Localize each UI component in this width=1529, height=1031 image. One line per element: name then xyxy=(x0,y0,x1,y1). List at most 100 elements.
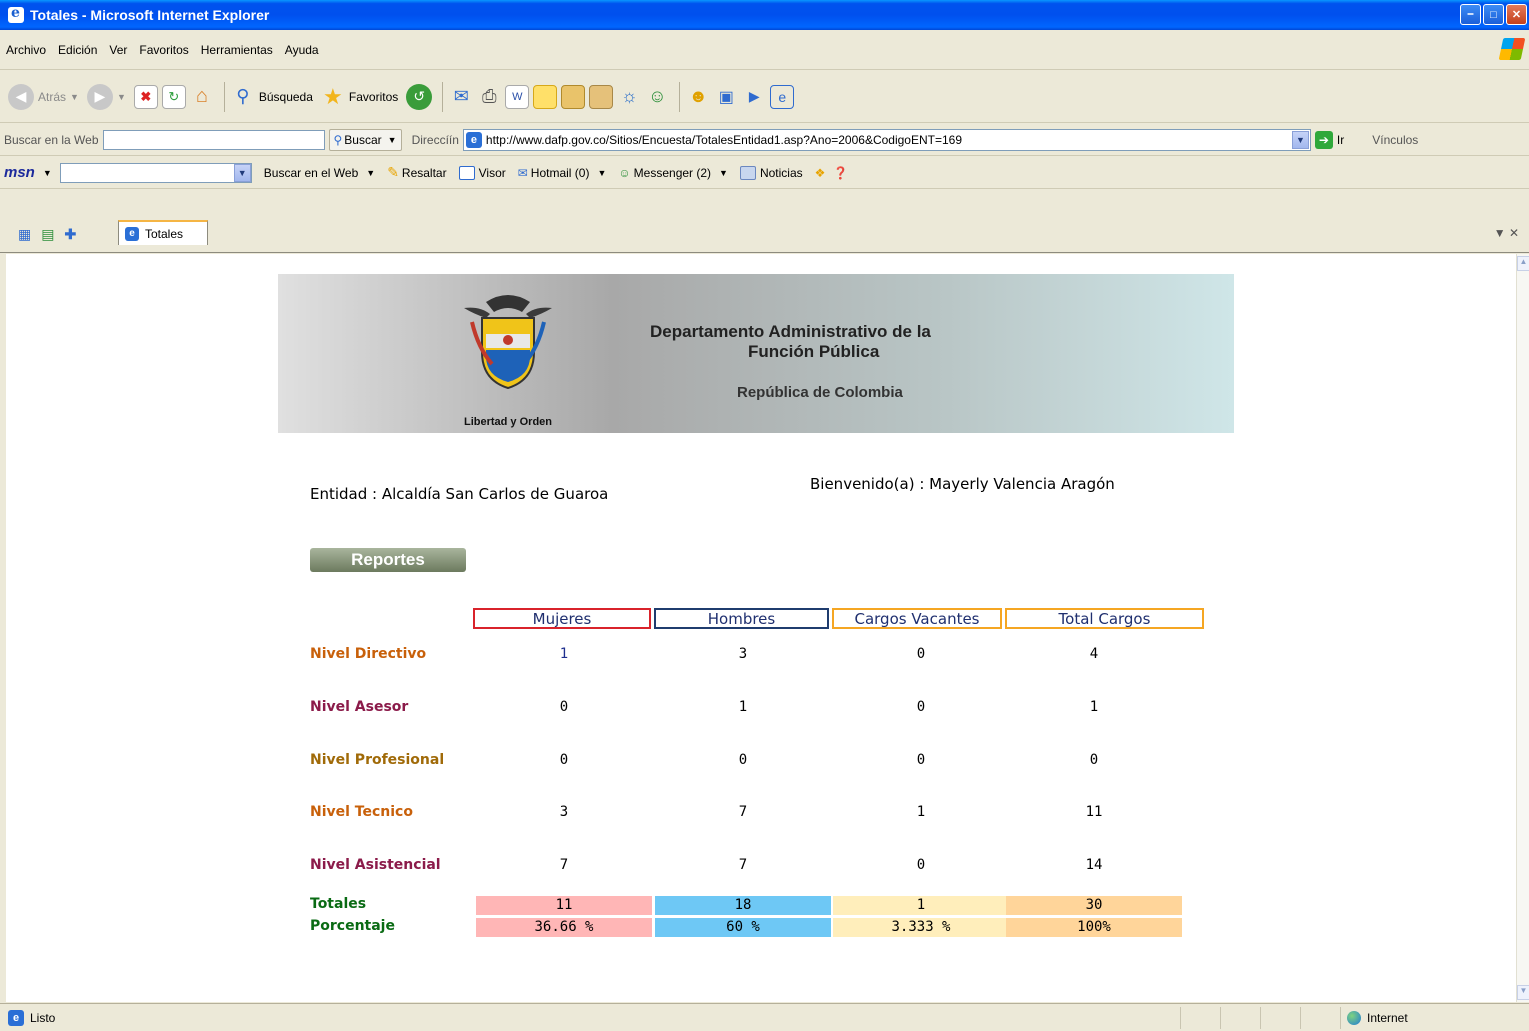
table-cell: 1 xyxy=(1089,699,1099,715)
print-icon[interactable]: ⎙ xyxy=(477,85,501,109)
back-button[interactable]: ◀ Atrás ▼ xyxy=(8,83,79,110)
menu-archivo[interactable]: Archivo xyxy=(6,43,46,57)
ie-page-icon[interactable]: e xyxy=(770,84,795,109)
totals-cell: 11 xyxy=(476,896,652,915)
search-icon: ⚲ xyxy=(236,86,250,106)
msn-search-web-button[interactable]: Buscar en el Web ▼ xyxy=(264,166,375,180)
hotmail-button[interactable]: ✉ Hotmail (0) ▼ xyxy=(518,166,607,180)
windows-logo-icon xyxy=(1498,38,1526,60)
tab-list-icon[interactable]: ▤ xyxy=(41,226,54,243)
refresh-icon[interactable]: ↻ xyxy=(161,84,186,109)
back-arrow-icon: ◀ xyxy=(8,83,34,110)
viewer-icon xyxy=(458,165,475,180)
new-tab-icon[interactable]: ✚ xyxy=(64,226,76,243)
close-button[interactable]: ✕ xyxy=(1506,4,1527,25)
msn-toolbar: msn ▼ ▼ Buscar en el Web ▼ ✎ Resaltar Vi… xyxy=(0,157,1529,189)
dropdown-arrow-icon: ▼ xyxy=(387,134,397,145)
menu-favoritos[interactable]: Favoritos xyxy=(139,43,188,57)
dropdown-arrow-icon: ▼ xyxy=(597,167,607,178)
mail-icon[interactable]: ✉ xyxy=(449,85,473,109)
tab-totales[interactable]: e Totales xyxy=(118,220,208,245)
search-web-label: Buscar en la Web xyxy=(4,132,99,147)
menu-herramientas[interactable]: Herramientas xyxy=(201,43,273,57)
table-cell: 7 xyxy=(738,857,748,873)
msn-search-input[interactable]: ▼ xyxy=(59,162,252,183)
research-icon[interactable] xyxy=(561,84,586,109)
help-icon[interactable]: ❓ xyxy=(833,166,848,180)
status-bar: e Listo Internet xyxy=(0,1003,1529,1031)
reports-button[interactable]: Reportes xyxy=(310,548,466,572)
go-arrow-icon[interactable]: ➔ xyxy=(1314,130,1333,149)
news-button[interactable]: Noticias xyxy=(739,165,803,180)
menu-bar: Archivo Edición Ver Favoritos Herramient… xyxy=(0,30,1529,70)
menu-ayuda[interactable]: Ayuda xyxy=(285,43,319,57)
edit-word-icon[interactable]: W xyxy=(505,84,530,109)
notes-icon[interactable] xyxy=(533,84,558,109)
briefcase-icon[interactable] xyxy=(589,84,614,109)
hotmail-icon: ✉ xyxy=(517,165,528,180)
percent-cell: 60 % xyxy=(655,918,831,937)
tab-close-icon[interactable]: ▼ ✕ xyxy=(1494,226,1519,240)
scroll-up-icon[interactable]: ▲ xyxy=(1517,256,1529,271)
table-cell: 0 xyxy=(559,699,569,715)
ie-icon xyxy=(8,5,24,23)
address-bar: Buscar en la Web ⚲ Buscar ▼ Direccíín e … xyxy=(0,124,1529,156)
totals-cell: 18 xyxy=(655,896,831,915)
vertical-scrollbar[interactable]: ▲ ▼ xyxy=(1516,254,1529,1002)
links-label[interactable]: Vínculos xyxy=(1372,133,1418,147)
scroll-down-icon[interactable]: ▼ xyxy=(1517,985,1529,1000)
menu-ver[interactable]: Ver xyxy=(109,43,127,57)
table-cell: 3 xyxy=(738,646,748,662)
monitor-icon[interactable]: ▣ xyxy=(714,85,738,109)
buscar-button[interactable]: ⚲ Buscar ▼ xyxy=(328,128,402,151)
go-button[interactable]: Ir xyxy=(1337,133,1344,147)
quick-tabs-icon[interactable]: ▦ xyxy=(18,226,31,243)
menu-edicion[interactable]: Edición xyxy=(58,43,97,57)
satellite-icon[interactable]: ☼ xyxy=(617,85,641,109)
url-dropdown-arrow-icon[interactable]: ▼ xyxy=(1291,130,1309,149)
header-banner: Libertad y Orden Departamento Administra… xyxy=(278,274,1234,433)
stop-icon[interactable]: ✖ xyxy=(133,84,158,109)
msn-options-icon[interactable]: ❖ xyxy=(815,166,826,180)
web-search-input[interactable] xyxy=(102,129,325,150)
table-cell: 11 xyxy=(1085,804,1103,820)
minimize-button[interactable]: ⎯ xyxy=(1460,4,1481,25)
dropdown-arrow-icon: ▼ xyxy=(366,167,376,178)
forward-button[interactable]: ▶ ▼ xyxy=(86,83,126,110)
coat-of-arms-icon xyxy=(464,295,552,390)
table-cell: 7 xyxy=(559,857,569,873)
table-cell: 0 xyxy=(1089,752,1099,768)
smiley-icon[interactable]: ☻ xyxy=(686,85,710,109)
search-button[interactable]: ⚲ Búsqueda xyxy=(231,85,313,109)
table-cell: 3 xyxy=(559,804,569,820)
totals-cell: 30 xyxy=(1006,896,1182,915)
play-icon[interactable]: ▶ xyxy=(742,85,766,109)
table-cell: 4 xyxy=(1089,646,1099,662)
url-text: http://www.dafp.gov.co/Sitios/Encuesta/T… xyxy=(485,132,963,147)
percent-cell: 3.333 % xyxy=(833,918,1009,937)
messenger-button[interactable]: ☺ Messenger (2) ▼ xyxy=(618,166,728,180)
table-cell[interactable]: 1 xyxy=(476,646,652,662)
history-icon[interactable]: ↺ xyxy=(406,83,433,110)
standard-toolbar: ◀ Atrás ▼ ▶ ▼ ✖ ↻ ⌂ ⚲ Búsqueda ★ Favorit… xyxy=(0,71,1529,123)
globe-icon xyxy=(1347,1011,1361,1025)
table-cell: 0 xyxy=(916,699,926,715)
viewer-button[interactable]: Visor xyxy=(458,165,506,180)
favorites-button[interactable]: ★ Favoritos xyxy=(321,84,398,109)
highlight-button[interactable]: ✎ Resaltar xyxy=(387,164,446,181)
table-cell: 1 xyxy=(916,804,926,820)
messenger-icon[interactable]: ☺ xyxy=(645,85,669,109)
highlighter-icon: ✎ xyxy=(387,164,399,180)
page-icon: e xyxy=(465,131,482,148)
news-icon xyxy=(739,165,756,180)
url-input[interactable]: e http://www.dafp.gov.co/Sitios/Encuesta… xyxy=(462,128,1311,151)
msn-combo-arrow-icon[interactable]: ▼ xyxy=(233,163,251,182)
maximize-button[interactable]: □ xyxy=(1483,4,1504,25)
msn-logo[interactable]: msn xyxy=(4,164,35,181)
search-icon: ⚲ xyxy=(333,132,343,147)
dropdown-arrow-icon[interactable]: ▼ xyxy=(43,168,52,178)
row-label: Nivel Profesional xyxy=(310,752,445,768)
department-subtitle: Función Pública xyxy=(748,342,880,361)
zone-indicator: Internet xyxy=(1340,1007,1529,1029)
home-icon[interactable]: ⌂ xyxy=(190,85,214,109)
